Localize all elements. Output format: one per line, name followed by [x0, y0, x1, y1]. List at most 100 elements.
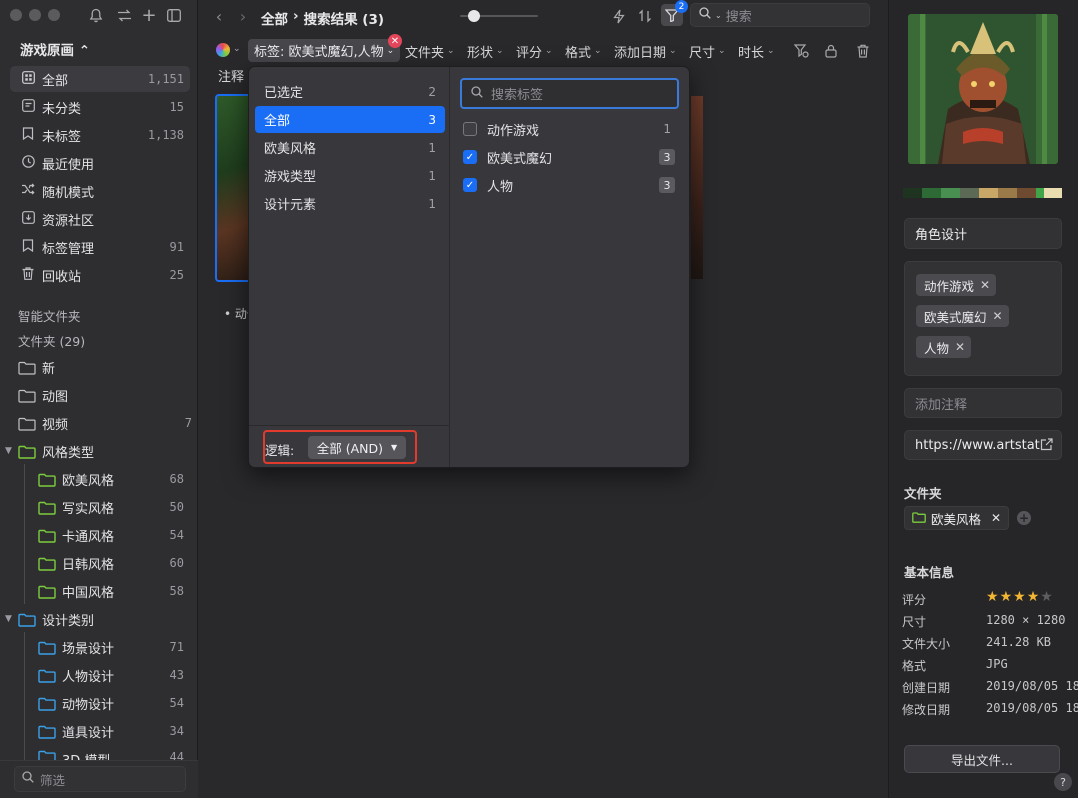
lightning-icon[interactable]	[610, 6, 628, 26]
tag-group-game-type[interactable]: 游戏类型 1	[255, 162, 445, 189]
sync-icon[interactable]	[114, 5, 134, 25]
palette-swatch[interactable]	[1044, 188, 1062, 198]
tag-option-action-game[interactable]: 动作游戏 1	[463, 116, 675, 142]
folder-item-new[interactable]: 新	[18, 354, 198, 380]
palette-swatch[interactable]	[903, 188, 922, 198]
tag-group-selected[interactable]: 已选定 2	[255, 78, 445, 105]
folder-item-gif[interactable]: 动图	[18, 382, 198, 408]
open-link-icon[interactable]	[1040, 438, 1054, 452]
tag-search-input[interactable]: 搜索标签	[460, 78, 679, 109]
annotation-filter[interactable]: 注释	[218, 66, 244, 85]
window-zoom-button[interactable]	[48, 9, 60, 21]
checkbox[interactable]	[463, 122, 477, 136]
preview-image[interactable]	[908, 14, 1058, 164]
checkbox-checked[interactable]: ✓	[463, 178, 477, 192]
palette-swatch[interactable]	[922, 188, 941, 198]
chevron-down-icon[interactable]: ▼	[5, 614, 12, 624]
back-icon[interactable]: ‹	[210, 6, 228, 26]
close-icon[interactable]: ✕	[955, 340, 965, 354]
clear-filter-icon[interactable]: ✕	[388, 34, 402, 48]
export-file-button[interactable]: 导出文件...	[904, 745, 1060, 773]
help-button[interactable]: ?	[1054, 773, 1072, 791]
breadcrumb-root[interactable]: 全部	[261, 8, 288, 28]
close-icon[interactable]: ✕	[980, 278, 990, 292]
search-input[interactable]: ⌄ 搜索	[690, 3, 870, 27]
title-field[interactable]: 角色设计	[904, 218, 1062, 249]
filter-shape[interactable]: 形状 ⌄	[467, 41, 504, 61]
tag-group-western[interactable]: 欧美风格 1	[255, 134, 445, 161]
add-folder-icon[interactable]: +	[1017, 511, 1031, 525]
add-icon[interactable]: +	[139, 5, 159, 26]
close-icon[interactable]: ✕	[991, 511, 1001, 525]
sidebar-item-recent[interactable]: 最近使用	[10, 150, 190, 176]
folder-item-chinese[interactable]: 中国风格 58	[38, 578, 190, 604]
folder-item-animal[interactable]: 动物设计 54	[38, 690, 190, 716]
sidebar-item-community[interactable]: 资源社区	[10, 206, 190, 232]
filter-folder[interactable]: 文件夹 ⌄	[405, 41, 455, 61]
slider-thumb[interactable]	[468, 10, 480, 22]
tag-group-design-elements[interactable]: 设计元素 1	[255, 190, 445, 217]
close-icon[interactable]: ✕	[993, 309, 1003, 323]
folder-item-character[interactable]: 人物设计 43	[38, 662, 190, 688]
tag-group-all[interactable]: 全部 3	[255, 106, 445, 133]
tag-filter-button[interactable]: 标签: 欧美式魔幻,人物 ⌄	[248, 39, 401, 62]
library-switcher[interactable]: 游戏原画 ⌃	[20, 39, 90, 59]
sidebar-item-tag-manager[interactable]: 标签管理 91	[10, 234, 190, 260]
palette-swatch[interactable]	[1017, 188, 1036, 198]
filter-settings-icon[interactable]	[792, 42, 810, 60]
sidebar-item-unfiled[interactable]: 未分类 15	[10, 94, 190, 120]
sidebar-toggle-icon[interactable]	[164, 5, 184, 25]
smart-folders-heading[interactable]: 智能文件夹	[18, 306, 81, 325]
folder-item-prop[interactable]: 道具设计 34	[38, 718, 190, 744]
tag-chip[interactable]: 动作游戏 ✕	[916, 274, 997, 296]
filter-date-added[interactable]: 添加日期 ⌄	[614, 41, 677, 61]
folder-group-design[interactable]: 设计类别	[18, 606, 198, 632]
sidebar-item-random[interactable]: 随机模式	[10, 178, 190, 204]
window-close-button[interactable]	[10, 9, 22, 21]
sort-icon[interactable]	[636, 6, 654, 26]
star-icon[interactable]: ★	[1040, 589, 1053, 605]
logic-select[interactable]: 全部 (AND) ▼	[308, 436, 406, 459]
filter-button[interactable]: 2	[661, 0, 688, 26]
palette-swatch[interactable]	[979, 188, 998, 198]
folder-item-cartoon[interactable]: 卡通风格 54	[38, 522, 190, 548]
thumbnail-partial[interactable]	[691, 96, 703, 279]
sidebar-item-all[interactable]: 全部 1,151	[10, 66, 190, 92]
folder-item-scene[interactable]: 场景设计 71	[38, 634, 190, 660]
star-icon[interactable]: ★	[986, 589, 999, 605]
folder-group-style[interactable]: 风格类型	[18, 438, 198, 464]
filter-duration[interactable]: 时长 ⌄	[738, 41, 775, 61]
rating-stars[interactable]: ★ ★ ★ ★ ★	[986, 589, 1053, 605]
palette-swatch[interactable]	[998, 188, 1017, 198]
folder-item-jpkr[interactable]: 日韩风格 60	[38, 550, 190, 576]
delete-filter-icon[interactable]	[854, 42, 872, 60]
folders-heading[interactable]: 文件夹 (29)	[18, 331, 85, 350]
folder-item-video[interactable]: 视频 7	[18, 410, 198, 436]
folder-item-western[interactable]: 欧美风格 68	[38, 466, 190, 492]
chevron-down-icon[interactable]: ▼	[5, 446, 12, 456]
tag-option-western-fantasy[interactable]: ✓ 欧美式魔幻 3	[463, 144, 675, 170]
window-minimize-button[interactable]	[29, 9, 41, 21]
folder-item-realistic[interactable]: 写实风格 50	[38, 494, 190, 520]
star-icon[interactable]: ★	[1013, 589, 1026, 605]
bell-icon[interactable]	[86, 5, 106, 25]
star-icon[interactable]: ★	[1000, 589, 1013, 605]
palette-swatch[interactable]	[941, 188, 960, 198]
checkbox-checked[interactable]: ✓	[463, 150, 477, 164]
tag-option-character[interactable]: ✓ 人物 3	[463, 172, 675, 198]
sidebar-item-trash[interactable]: 回收站 25	[10, 262, 190, 288]
forward-icon[interactable]: ›	[234, 6, 252, 26]
filter-rating[interactable]: 评分 ⌄	[516, 41, 553, 61]
palette-swatch[interactable]	[960, 188, 979, 198]
tag-chip[interactable]: 人物 ✕	[916, 336, 972, 358]
note-field[interactable]: 添加注释	[904, 388, 1062, 418]
filter-format[interactable]: 格式 ⌄	[565, 41, 602, 61]
sidebar-item-untagged[interactable]: 未标签 1,138	[10, 122, 190, 148]
lock-icon[interactable]	[822, 42, 840, 60]
filter-size[interactable]: 尺寸 ⌄	[689, 41, 726, 61]
sidebar-filter-input[interactable]: 筛选	[14, 766, 186, 792]
folder-item-3d[interactable]: 3D 模型 44	[38, 746, 190, 760]
star-icon[interactable]: ★	[1027, 589, 1040, 605]
color-filter-icon[interactable]	[216, 43, 230, 57]
folder-chip[interactable]: 欧美风格 ✕	[904, 506, 1010, 530]
